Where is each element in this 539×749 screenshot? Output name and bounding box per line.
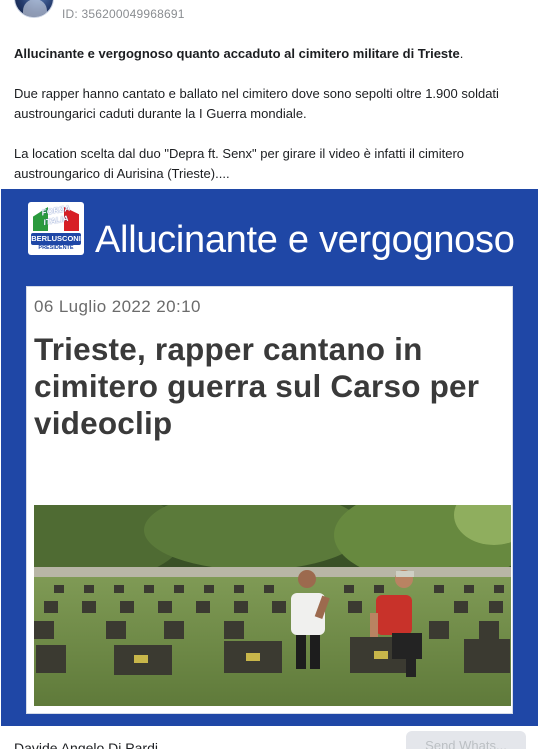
- post-paragraph-1: Due rapper hanno cantato e ballato nel c…: [14, 86, 499, 121]
- post-id: ID: 356200049968691: [62, 7, 185, 21]
- cemetery-photo: [34, 505, 511, 706]
- post-headline-suffix: .: [459, 46, 464, 61]
- send-whatsapp-button[interactable]: Send Whats...: [406, 731, 526, 749]
- logo-presidente: PRESIDENTE: [38, 245, 74, 251]
- forza-italia-logo: FORZA ITALIA BERLUSCONI PRESIDENTE: [28, 202, 84, 255]
- article-headline: Trieste, rapper cantano in cimitero guer…: [34, 331, 480, 441]
- post-headline: Allucinante e vergognoso quanto accaduto…: [14, 46, 460, 61]
- post-header: ID: 356200049968691: [0, 0, 539, 28]
- post-headline-line: Allucinante e vergognoso quanto accaduto…: [14, 44, 524, 64]
- commenter-name[interactable]: Davide Angelo Di Pardi: [14, 740, 158, 749]
- page-avatar[interactable]: [14, 0, 54, 18]
- card-title: Allucinante e vergognoso: [95, 219, 515, 261]
- post-text: Allucinante e vergognoso quanto accaduto…: [14, 44, 524, 204]
- article-screenshot: 06 Luglio 2022 20:10 Trieste, rapper can…: [26, 286, 513, 714]
- article-date: 06 Luglio 2022 20:10: [34, 297, 201, 316]
- post-paragraph-2: La location scelta dal duo "Depra ft. Se…: [14, 146, 465, 181]
- shared-image[interactable]: FORZA ITALIA BERLUSCONI PRESIDENTE Alluc…: [1, 189, 538, 726]
- logo-berlusconi: BERLUSCONI: [31, 233, 81, 245]
